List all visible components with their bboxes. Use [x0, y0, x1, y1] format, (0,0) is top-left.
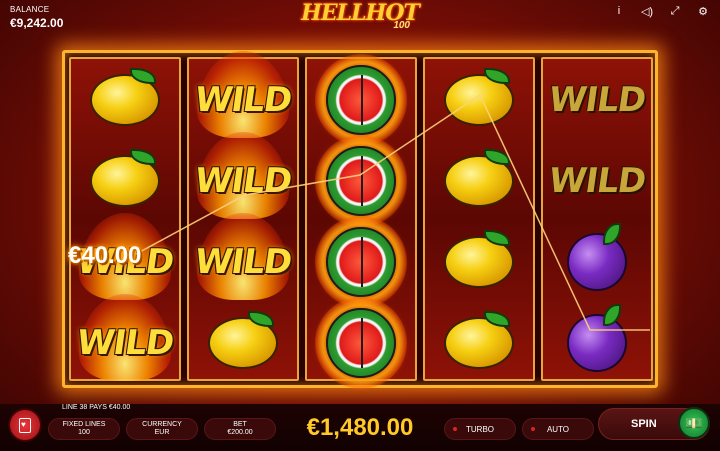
auto-indicator-icon	[531, 427, 535, 431]
bet-value: €200.00	[227, 429, 253, 436]
wild-label: WILD	[192, 79, 294, 120]
fullscreen-icon[interactable]: ⤢	[666, 4, 684, 18]
fixed-lines-display: FIXED LINES 100	[48, 418, 120, 440]
fixed-lines-label: FIXED LINES	[62, 421, 106, 428]
symbol-plum	[543, 302, 651, 383]
reel-3	[305, 53, 417, 389]
reel-1: WILD WILD	[69, 57, 181, 381]
symbol-watermelon	[307, 215, 415, 308]
symbol-wild: WILD	[189, 51, 297, 140]
plum-icon	[567, 303, 627, 372]
symbol-wild: WILD	[189, 132, 297, 221]
symbol-lemon	[425, 302, 533, 383]
symbol-watermelon	[307, 134, 415, 227]
cash-icon[interactable]: 💵	[678, 407, 710, 439]
top-bar: BALANCE €9,242.00 HELLHOT 100 i ◁) ⤢ ⚙	[0, 0, 720, 40]
symbol-wild: WILD	[189, 213, 297, 302]
reel-frame: WILD WILD WILD WILD WILD WILD WILD	[62, 50, 658, 389]
symbol-watermelon	[307, 296, 415, 389]
currency-value: EUR	[154, 429, 170, 436]
bet-selector[interactable]: BET €200.00	[204, 418, 276, 440]
plum-icon	[567, 222, 627, 291]
line-win-amount: €40.00	[68, 242, 142, 269]
line-pays-info: LINE 38 PAYS €40.00	[62, 404, 131, 411]
turbo-label: TURBO	[466, 424, 494, 434]
logo-subtitle: 100	[393, 20, 410, 31]
symbol-lemon	[71, 140, 179, 221]
settings-icon[interactable]: ⚙	[694, 4, 712, 18]
menu-button[interactable]	[8, 408, 42, 442]
game-logo: HELLHOT 100	[300, 0, 420, 36]
balance-value: €9,242.00	[10, 16, 64, 30]
bet-label: BET	[233, 421, 247, 428]
lemon-icon	[90, 67, 160, 126]
lemon-icon	[90, 148, 160, 207]
reel-5: WILD WILD	[541, 57, 653, 381]
symbol-wild: WILD	[543, 59, 651, 140]
wild-label: WILD	[546, 79, 648, 120]
currency-label: CURRENCY	[142, 421, 182, 428]
turbo-toggle[interactable]: TURBO	[444, 418, 516, 440]
symbol-lemon	[425, 59, 533, 140]
watermelon-icon	[326, 226, 396, 297]
watermelon-icon	[326, 145, 396, 216]
lemon-icon	[444, 310, 514, 369]
auto-toggle[interactable]: AUTO	[522, 418, 594, 440]
watermelon-icon	[326, 64, 396, 135]
lemon-icon	[444, 229, 514, 288]
lemon-icon	[444, 148, 514, 207]
wild-label: WILD	[192, 160, 294, 201]
lemon-icon	[444, 67, 514, 126]
reel-2: WILD WILD WILD	[187, 51, 299, 383]
total-win-display: €1,480.00	[306, 414, 414, 441]
wild-label: WILD	[74, 322, 176, 363]
sound-icon[interactable]: ◁)	[638, 4, 656, 18]
symbol-lemon	[71, 59, 179, 140]
info-icon[interactable]: i	[610, 4, 628, 18]
symbol-plum	[543, 221, 651, 302]
wild-label: WILD	[546, 160, 648, 201]
symbol-lemon	[425, 221, 533, 302]
currency-selector[interactable]: CURRENCY EUR	[126, 418, 198, 440]
symbol-wild: WILD	[543, 140, 651, 221]
lemon-icon	[208, 310, 278, 369]
turbo-indicator-icon	[453, 427, 457, 431]
spin-label: SPIN	[631, 418, 657, 430]
reel-4	[423, 57, 535, 381]
auto-label: AUTO	[546, 424, 570, 434]
wild-label: WILD	[192, 241, 294, 282]
symbol-lemon	[189, 302, 297, 383]
balance-display: BALANCE €9,242.00	[10, 5, 63, 30]
cards-icon	[19, 417, 31, 433]
symbol-wild: WILD	[71, 294, 179, 383]
fixed-lines-value: 100	[78, 429, 90, 436]
symbol-lemon	[425, 140, 533, 221]
balance-label: BALANCE	[10, 5, 50, 14]
symbol-watermelon	[307, 53, 415, 146]
watermelon-icon	[326, 307, 396, 378]
